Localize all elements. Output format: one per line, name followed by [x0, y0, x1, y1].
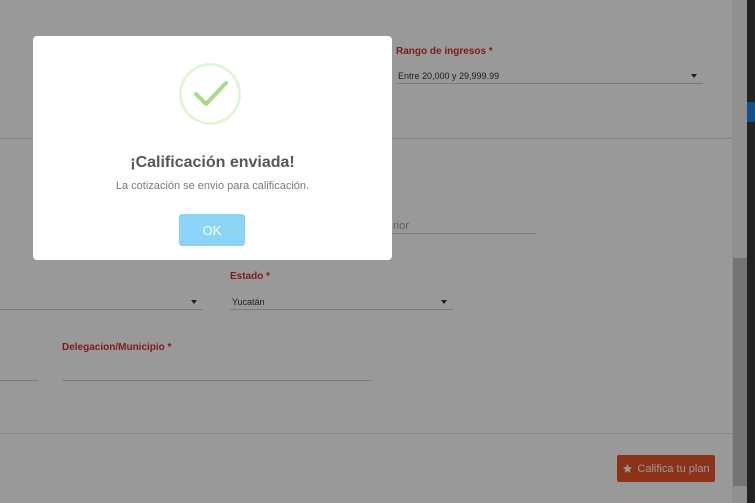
dialog-title: ¡Calificación enviada! [130, 154, 295, 171]
check-icon [194, 81, 228, 106]
success-check-circle [179, 63, 241, 125]
ok-button[interactable]: OK [179, 214, 245, 246]
success-dialog: ¡Calificación enviada! La cotización se … [33, 36, 392, 260]
dialog-message: La cotización se envio para calificación… [115, 180, 310, 192]
